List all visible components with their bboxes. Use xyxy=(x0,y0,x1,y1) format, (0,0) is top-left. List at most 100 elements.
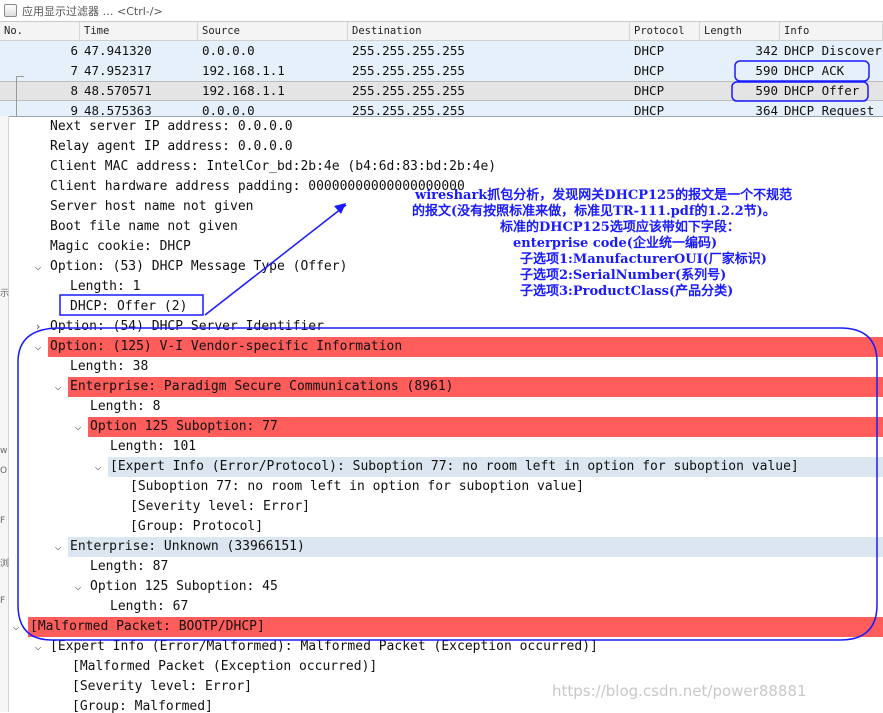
tree-item[interactable]: [Group: Protocol] xyxy=(0,517,883,537)
tree-item[interactable]: Length: 38 xyxy=(0,357,883,377)
tree-item-label: [Expert Info (Error/Protocol): Suboption… xyxy=(110,459,799,474)
tree-item[interactable]: [Severity level: Error] xyxy=(0,497,883,517)
tree-item-option-54[interactable]: › Option: (54) DHCP Server Identifier xyxy=(0,317,883,337)
column-header-no[interactable]: No. xyxy=(0,22,80,40)
tree-item-expert-info[interactable]: ⌵ [Expert Info (Error/Protocol): Subopti… xyxy=(0,457,883,477)
tree-item-label: Next server IP address: 0.0.0.0 xyxy=(50,119,293,134)
tree-item[interactable]: Relay agent IP address: 0.0.0.0 xyxy=(0,137,883,157)
tree-item-enterprise-unknown[interactable]: ⌵ Enterprise: Unknown (33966151) xyxy=(0,537,883,557)
packet-list-header: No. Time Source Destination Protocol Len… xyxy=(0,22,883,41)
tree-item-label: Magic cookie: DHCP xyxy=(50,239,191,254)
packet-destination: 255.255.255.255 xyxy=(352,63,465,78)
packet-info: DHCP ACK xyxy=(784,63,845,78)
chevron-down-icon[interactable]: ⌵ xyxy=(10,617,22,637)
column-header-length[interactable]: Length xyxy=(700,22,780,40)
chevron-down-icon[interactable]: ⌵ xyxy=(52,377,64,397)
tree-item[interactable]: Boot file name not given xyxy=(0,217,883,237)
tree-item-label: Length: 101 xyxy=(110,439,197,454)
column-header-info[interactable]: Info xyxy=(780,22,883,40)
tree-item-label: [Expert Info (Error/Malformed): Malforme… xyxy=(50,639,598,654)
packet-info: DHCP Offer xyxy=(784,83,860,98)
tree-item[interactable]: Length: 67 xyxy=(0,597,883,617)
tree-item-label: [Group: Malformed] xyxy=(72,699,213,713)
tree-item[interactable]: Length: 101 xyxy=(0,437,883,457)
tree-item-label: Boot file name not given xyxy=(50,219,238,234)
packet-protocol: DHCP xyxy=(634,63,665,78)
tree-item[interactable]: [Malformed Packet (Exception occurred)] xyxy=(0,657,883,677)
tree-item-malformed[interactable]: ⌵ [Malformed Packet: BOOTP/DHCP] xyxy=(0,617,883,637)
tree-item-label: [Suboption 77: no room left in option fo… xyxy=(130,479,584,494)
tree-item-label: Length: 8 xyxy=(90,399,161,414)
tree-item[interactable]: Length: 87 xyxy=(0,557,883,577)
packet-no: 9 xyxy=(70,103,78,116)
chevron-right-icon[interactable]: › xyxy=(32,317,44,337)
tree-item-label: Length: 1 xyxy=(70,279,141,294)
packet-time: 47.941320 xyxy=(84,43,152,58)
packet-source: 192.168.1.1 xyxy=(202,63,285,78)
packet-source: 192.168.1.1 xyxy=(202,83,285,98)
tree-item-label: Length: 67 xyxy=(110,599,189,614)
tree-item-label: Option 125 Suboption: 45 xyxy=(90,579,278,594)
annotation-line: 子选项3:ProductClass(产品分类) xyxy=(520,284,734,299)
chevron-down-icon[interactable]: ⌵ xyxy=(72,577,84,597)
watermark: https://blog.csdn.net/power88881 xyxy=(552,682,807,700)
column-header-destination[interactable]: Destination xyxy=(348,22,630,40)
tree-item-label: [Severity level: Error] xyxy=(130,499,311,514)
packet-destination: 255.255.255.255 xyxy=(352,103,465,116)
tree-item-label: Length: 38 xyxy=(70,359,149,374)
packet-length: 364 xyxy=(755,103,778,116)
packet-no: 7 xyxy=(70,63,78,78)
tree-item[interactable]: [Suboption 77: no room left in option fo… xyxy=(0,477,883,497)
packet-length: 590 xyxy=(755,63,778,78)
tree-item-option-125[interactable]: ⌵ Option: (125) V-I Vendor-specific Info… xyxy=(0,337,883,357)
packet-time: 48.575363 xyxy=(84,103,152,116)
tree-item-label: [Malformed Packet: BOOTP/DHCP] xyxy=(30,619,265,634)
tree-item[interactable]: Length: 8 xyxy=(0,397,883,417)
packet-protocol: DHCP xyxy=(634,103,665,116)
tree-item-suboption-77[interactable]: ⌵ Option 125 Suboption: 77 xyxy=(0,417,883,437)
packet-protocol: DHCP xyxy=(634,43,665,58)
tree-item[interactable]: Length: 1 xyxy=(0,277,883,297)
tree-item[interactable]: Client MAC address: IntelCor_bd:2b:4e (b… xyxy=(0,157,883,177)
chevron-down-icon[interactable]: ⌵ xyxy=(92,457,104,477)
packet-row-selected[interactable]: 8 48.570571 192.168.1.1 255.255.255.255 … xyxy=(0,81,883,101)
column-header-source[interactable]: Source xyxy=(198,22,348,40)
packet-row[interactable]: 9 48.575363 0.0.0.0 255.255.255.255 DHCP… xyxy=(0,101,883,116)
packet-list[interactable]: No. Time Source Destination Protocol Len… xyxy=(0,22,883,116)
display-filter-input[interactable]: 应用显示过滤器 … <Ctrl-/> xyxy=(22,3,163,19)
packet-length: 590 xyxy=(755,83,778,98)
tree-item-label: Client hardware address padding: 0000000… xyxy=(50,179,465,194)
tree-item-label: Option: (54) DHCP Server Identifier xyxy=(50,319,324,334)
chevron-down-icon[interactable]: ⌵ xyxy=(32,257,44,277)
tree-item-label: Option: (53) DHCP Message Type (Offer) xyxy=(50,259,348,274)
packet-time: 47.952317 xyxy=(84,63,152,78)
tree-item[interactable]: Next server IP address: 0.0.0.0 xyxy=(0,117,883,137)
column-header-time[interactable]: Time xyxy=(80,22,198,40)
packet-length: 342 xyxy=(755,43,778,58)
packet-source: 0.0.0.0 xyxy=(202,43,255,58)
packet-row[interactable]: 6 47.941320 0.0.0.0 255.255.255.255 DHCP… xyxy=(0,41,883,61)
chevron-down-icon[interactable]: ⌵ xyxy=(32,337,44,357)
tree-item-label: [Group: Protocol] xyxy=(130,519,264,534)
chevron-down-icon[interactable]: ⌵ xyxy=(52,537,64,557)
column-header-protocol[interactable]: Protocol xyxy=(630,22,700,40)
tree-item-label: Server host name not given xyxy=(50,199,254,214)
conversation-line xyxy=(16,76,17,116)
packet-time: 48.570571 xyxy=(84,83,152,98)
packet-info: DHCP Discover xyxy=(784,43,882,58)
chevron-down-icon[interactable]: ⌵ xyxy=(32,637,44,657)
tree-item-label: Enterprise: Unknown (33966151) xyxy=(70,539,305,554)
packet-row[interactable]: 7 47.952317 192.168.1.1 255.255.255.255 … xyxy=(0,61,883,81)
tree-item-expert-info[interactable]: ⌵ [Expert Info (Error/Malformed): Malfor… xyxy=(0,637,883,657)
display-filter-bar[interactable]: 应用显示过滤器 … <Ctrl-/> xyxy=(0,0,883,22)
tree-item-label: Option 125 Suboption: 77 xyxy=(90,419,278,434)
tree-item-label: Client MAC address: IntelCor_bd:2b:4e (b… xyxy=(50,159,497,174)
tree-item[interactable]: DHCP: Offer (2) xyxy=(0,297,883,317)
annotation-line: enterprise code(企业统一编码) xyxy=(513,236,718,251)
chevron-down-icon[interactable]: ⌵ xyxy=(72,417,84,437)
tree-item-enterprise[interactable]: ⌵ Enterprise: Paradigm Secure Communicat… xyxy=(0,377,883,397)
bookmark-icon[interactable] xyxy=(4,4,17,17)
tree-item-label: DHCP: Offer (2) xyxy=(70,299,188,314)
tree-item-suboption-45[interactable]: ⌵ Option 125 Suboption: 45 xyxy=(0,577,883,597)
annotation-line: 的报文(没有按照标准来做，标准见TR-111.pdf的1.2.2节)。 xyxy=(412,204,776,219)
